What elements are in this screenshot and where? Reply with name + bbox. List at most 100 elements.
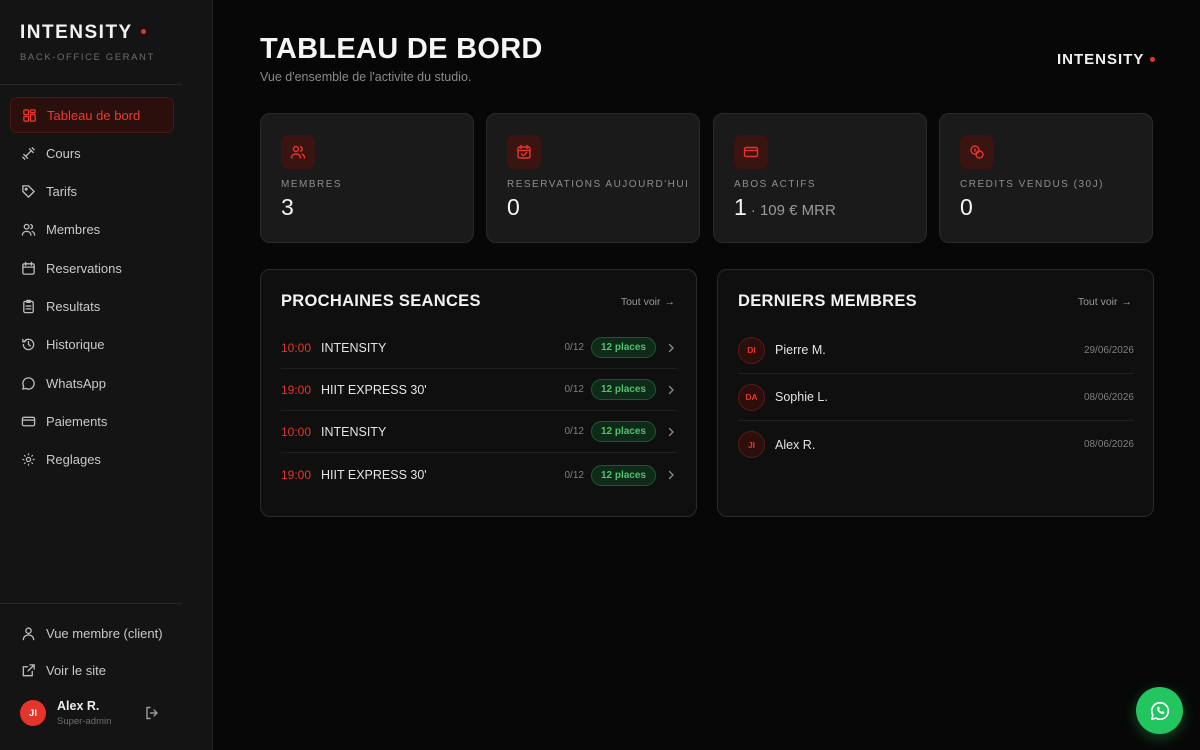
member-avatar: DA [738, 383, 765, 411]
user-role: Super-admin [57, 716, 112, 727]
sidebar-item-membres[interactable]: Membres [10, 212, 174, 248]
user-icon [22, 626, 35, 640]
logout-icon[interactable] [144, 705, 160, 721]
stat-number: 0 [960, 194, 973, 220]
session-row[interactable]: 10:00 INTENSITY 0/12 12 places [281, 411, 677, 453]
brand-dot [1150, 56, 1156, 62]
view-site-link[interactable]: Voir le site [10, 652, 180, 688]
header-brand-name: INTENSITY [1057, 51, 1145, 68]
see-all-sessions-link[interactable]: Tout voir → [621, 296, 675, 308]
panel-title: PROCHAINES SEANCES [281, 292, 481, 310]
sidebar-item-label: Historique [46, 337, 105, 353]
stat-value: 3 [281, 194, 294, 221]
credit-card-icon [21, 416, 36, 427]
sidebar-item-dashboard[interactable]: Tableau de bord [10, 97, 174, 133]
stat-label: MEMBRES [281, 179, 343, 190]
view-as-member-label: Vue membre (client) [46, 625, 163, 641]
arrow-right-icon: → [1121, 296, 1133, 308]
session-count: 0/12 [564, 426, 584, 437]
tag-icon [22, 185, 35, 198]
header-brand: INTENSITY [1057, 51, 1156, 68]
chat-icon [22, 376, 35, 390]
sidebar-item-label: Paiements [46, 413, 108, 429]
sidebar-item-reglages[interactable]: Reglages [10, 442, 174, 478]
dumbbell-icon [22, 147, 35, 160]
sidebar-divider [0, 84, 182, 85]
member-row[interactable]: DA Sophie L. 08/06/2026 [738, 374, 1134, 421]
stat-number: 3 [281, 194, 294, 220]
sidebar-item-label: Cours [46, 145, 81, 161]
session-name: HIIT EXPRESS 30' [321, 382, 427, 397]
places-badge: 12 places [590, 379, 656, 400]
brand-dot [140, 29, 146, 35]
sidebar-item-label: WhatsApp [46, 375, 106, 391]
sidebar-bottom-links: Vue membre (client) Voir le site [10, 615, 180, 689]
stat-number: 1 [734, 194, 747, 220]
current-user: JI Alex R. Super-admin [20, 697, 170, 729]
sidebar-item-resultats[interactable]: Resultats [10, 288, 174, 324]
coins-icon [970, 145, 984, 159]
stat-label: RESERVATIONS AUJOURD'HUI [507, 179, 690, 190]
upcoming-sessions-panel: PROCHAINES SEANCES Tout voir → 10:00 INTE… [260, 269, 697, 517]
whatsapp-fab-button[interactable] [1136, 687, 1183, 734]
chevron-right-icon [668, 343, 674, 352]
view-site-label: Voir le site [46, 662, 106, 678]
member-avatar: JI [738, 431, 765, 458]
view-as-member-link[interactable]: Vue membre (client) [10, 615, 180, 651]
user-name: Alex R. [57, 699, 100, 713]
see-all-label: Tout voir [620, 296, 661, 308]
clipboard-icon [23, 299, 34, 314]
see-all-members-link[interactable]: Tout voir → [1078, 296, 1132, 308]
session-row[interactable]: 19:00 HIIT EXPRESS 30' 0/12 12 places [281, 369, 677, 411]
external-link-icon [22, 663, 35, 676]
page-subtitle: Vue d'ensemble de l'activite du studio. [260, 70, 472, 84]
chevron-right-icon [668, 385, 674, 394]
sidebar-item-cours[interactable]: Cours [10, 135, 174, 171]
sidebar-item-whatsapp[interactable]: WhatsApp [10, 365, 174, 401]
stat-card-active-subscriptions: ABOS ACTIFS 1 · 109 € MRR [713, 113, 927, 243]
session-time: 10:00 [281, 340, 312, 355]
chevron-right-icon [668, 427, 674, 436]
stat-value: 0 [507, 194, 520, 221]
stat-card-members: MEMBRES 3 [260, 113, 474, 243]
stat-label: CREDITS VENDUS (30J) [960, 179, 1104, 190]
session-name: INTENSITY [321, 340, 387, 355]
sidebar-nav: Tableau de bord Cours Tarifs Membres Res… [10, 97, 174, 480]
session-count: 0/12 [564, 469, 584, 481]
avatar[interactable]: JI [20, 700, 46, 726]
session-time: 19:00 [281, 382, 312, 397]
stat-value: 0 [960, 194, 973, 221]
stat-value: 1 · 109 € MRR [734, 194, 836, 221]
sidebar: INTENSITY BACK-OFFICE GERANT Tableau de … [0, 0, 213, 750]
member-row[interactable]: JI Alex R. 08/06/2026 [738, 421, 1134, 468]
sidebar-divider [0, 603, 182, 604]
users-icon [290, 145, 306, 159]
sidebar-item-label: Membres [46, 222, 101, 238]
arrow-right-icon: → [664, 296, 676, 308]
sidebar-item-tarifs[interactable]: Tarifs [10, 174, 174, 210]
sidebar-item-paiements[interactable]: Paiements [10, 403, 174, 439]
session-name: HIIT EXPRESS 30' [321, 468, 427, 482]
member-name: Alex R. [775, 437, 816, 452]
session-row[interactable]: 19:00 HIIT EXPRESS 30' 0/12 12 places [281, 454, 677, 496]
places-badge: 12 places [590, 464, 656, 486]
member-date: 08/06/2026 [1083, 439, 1134, 450]
sidebar-item-historique[interactable]: Historique [10, 327, 174, 363]
sidebar-item-label: Tableau de bord [47, 107, 141, 123]
session-time: 10:00 [281, 424, 312, 439]
brand-subtitle: BACK-OFFICE GERANT [20, 52, 155, 63]
stat-label: ABOS ACTIFS [734, 179, 817, 190]
session-count: 0/12 [564, 384, 584, 395]
sidebar-item-label: Tarifs [46, 184, 78, 200]
sidebar-brand[interactable]: INTENSITY BACK-OFFICE GERANT [20, 22, 155, 63]
stat-card-credits: CREDITS VENDUS (30J) 0 [939, 113, 1153, 243]
session-row[interactable]: 10:00 INTENSITY 0/12 12 places [281, 327, 677, 369]
users-icon [21, 224, 36, 237]
member-date: 08/06/2026 [1083, 391, 1134, 403]
see-all-label: Tout voir [1077, 296, 1118, 308]
member-row[interactable]: DI Pierre M. 29/06/2026 [738, 327, 1134, 374]
member-name: Sophie L. [775, 390, 828, 404]
member-name: Pierre M. [775, 343, 826, 357]
credit-card-icon [743, 146, 759, 158]
sidebar-item-reservations[interactable]: Reservations [10, 250, 174, 286]
